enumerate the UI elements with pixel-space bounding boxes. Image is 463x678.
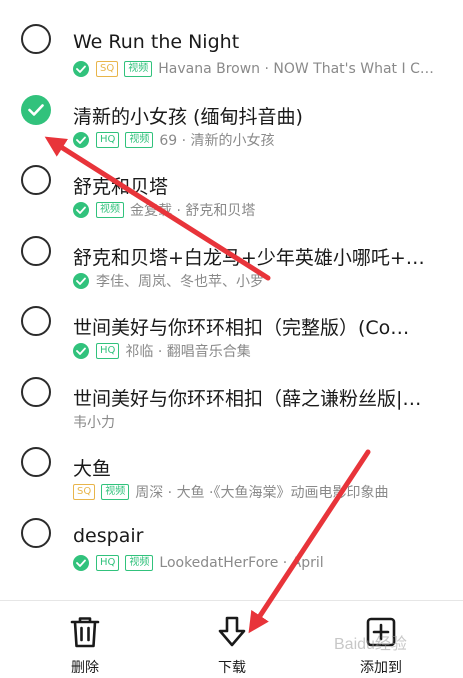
song-checkbox[interactable]: [21, 376, 51, 407]
song-checkbox[interactable]: [21, 24, 51, 54]
song-meta: 视频 金复载 · 舒克和贝塔: [73, 201, 453, 219]
downloaded-check-icon: [73, 343, 89, 359]
downloaded-check-icon: [73, 272, 89, 289]
song-title: 大鱼: [73, 458, 112, 480]
watermark-text: Baidu经验: [334, 635, 407, 653]
song-row[interactable]: 世间美好与你环环相扣（薛之谦粉丝版|… 韦小力: [0, 361, 463, 431]
downloaded-check-icon: [73, 202, 89, 218]
downloaded-check-icon: [73, 61, 89, 77]
song-meta: HQ 视频 LookedatHerFore · April: [73, 554, 453, 572]
video-badge: 视频: [101, 484, 130, 500]
downloaded-check-icon: [73, 554, 89, 571]
song-row[interactable]: 世间美好与你环环相扣（完整版）(Co… HQ 祁临 · 翻唱音乐合集: [0, 290, 463, 360]
song-checkbox-checked[interactable]: [21, 94, 51, 125]
song-row[interactable]: 舒克和贝塔+白龙马+少年英雄小哪吒+… 李佳、周岚、冬也苹、小罗: [0, 220, 463, 290]
song-title: 舒克和贝塔+白龙马+少年英雄小哪吒+…: [73, 246, 425, 269]
sq-badge: SQ: [96, 61, 119, 77]
delete-button[interactable]: 删除: [45, 601, 125, 678]
download-arrow-icon: [218, 616, 246, 647]
delete-label: 删除: [71, 660, 99, 676]
video-badge: 视频: [124, 61, 153, 77]
song-meta: 李佳、周岚、冬也苹、小罗: [73, 272, 453, 290]
song-meta: SQ 视频 周深 · 大鱼 ·《大鱼海棠》动画电影印象曲: [73, 483, 453, 501]
song-title: We Run the Night: [73, 31, 240, 53]
song-artist-album: 周深 · 大鱼 ·《大鱼海棠》动画电影印象曲: [135, 485, 389, 501]
video-badge: 视频: [125, 131, 154, 148]
song-artist-album: 韦小力: [73, 414, 115, 431]
song-artist-album: 金复载 · 舒克和贝塔: [130, 203, 256, 219]
checkmark-icon: [28, 103, 44, 116]
song-title: 舒克和贝塔: [73, 176, 169, 198]
song-checkbox[interactable]: [21, 235, 51, 266]
song-meta: SQ 视频 Havana Brown · NOW That's What I C…: [73, 60, 453, 78]
song-meta: HQ 视频 69 · 清新的小女孩: [73, 131, 453, 149]
song-row[interactable]: 大鱼 SQ 视频 周深 · 大鱼 ·《大鱼海棠》动画电影印象曲: [0, 431, 463, 501]
song-artist-album: LookedatHerFore · April: [159, 554, 324, 571]
downloaded-check-icon: [73, 131, 89, 148]
song-checkbox[interactable]: [21, 447, 51, 477]
sq-badge: SQ: [73, 484, 96, 500]
trash-icon: [70, 617, 100, 648]
baidu-watermark: Baidu经验: [334, 635, 407, 653]
download-button[interactable]: 下载: [192, 601, 272, 678]
song-artist-album: Havana Brown · NOW That's What I C…: [158, 61, 434, 77]
song-artist-album: 祁临 · 翻唱音乐合集: [125, 344, 251, 360]
song-artist-album: 69 · 清新的小女孩: [159, 132, 275, 149]
song-row[interactable]: 舒克和贝塔视频 金复载 · 舒克和贝塔: [0, 149, 463, 219]
hq-badge: HQ: [96, 131, 120, 148]
hq-badge: HQ: [96, 554, 120, 571]
song-artist-album: 李佳、周岚、冬也苹、小罗: [96, 273, 264, 290]
song-row[interactable]: We Run the Night SQ 视频 Havana Brown · NOW T…: [0, 8, 463, 78]
song-title: despair: [73, 524, 144, 547]
download-label: 下载: [218, 660, 246, 676]
song-row[interactable]: 清新的小女孩 (缅甸抖音曲) HQ 视频 69 · 清新的小女孩: [0, 79, 463, 149]
add-to-label: 添加到: [360, 660, 402, 676]
song-meta: HQ 祁临 · 翻唱音乐合集: [73, 342, 453, 360]
song-title: 世间美好与你环环相扣（完整版）(Co…: [73, 317, 410, 339]
hq-badge: HQ: [96, 343, 120, 359]
song-checkbox[interactable]: [21, 165, 51, 195]
song-meta: 韦小力: [73, 413, 453, 431]
song-checkbox[interactable]: [21, 517, 51, 548]
song-row[interactable]: despair HQ 视频 LookedatHerFore · April: [0, 502, 463, 572]
song-checkbox[interactable]: [21, 306, 51, 336]
song-title: 世间美好与你环环相扣（薛之谦粉丝版|…: [73, 387, 422, 410]
song-title: 清新的小女孩 (缅甸抖音曲): [73, 105, 303, 128]
video-badge: 视频: [125, 554, 154, 571]
video-badge: 视频: [96, 202, 124, 218]
song-list: We Run the Night SQ 视频 Havana Brown · NOW T…: [0, 0, 463, 600]
